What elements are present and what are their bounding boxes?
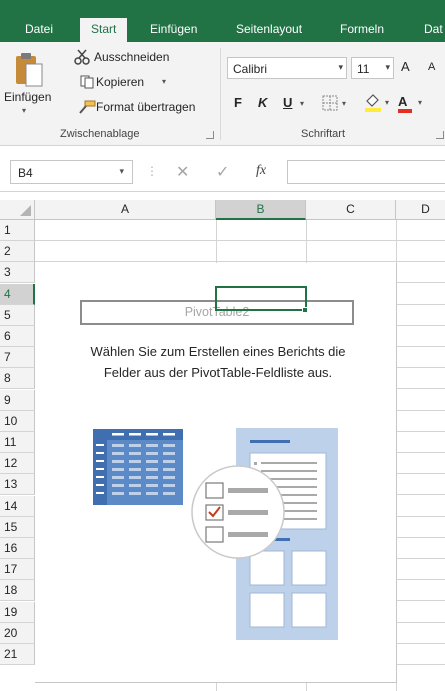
shrink-font-button[interactable]: A xyxy=(428,61,435,73)
ribbon: Einfügen ▾ Ausschneiden Kopieren ▾ Forma… xyxy=(0,42,445,146)
clipboard-launcher-icon[interactable] xyxy=(206,131,214,139)
formula-bar-grip-icon: ⋮ xyxy=(146,164,158,178)
row-header-18[interactable]: 18 xyxy=(0,580,35,602)
formula-buttons: ✕ ✓ fx xyxy=(160,160,280,184)
row-header-20[interactable]: 20 xyxy=(0,622,35,644)
borders-dropdown-icon: ▾ xyxy=(342,99,347,108)
field-checklist-icon xyxy=(191,465,285,559)
name-box[interactable]: B4 ▾ xyxy=(10,160,133,184)
underline-button[interactable]: U xyxy=(283,95,292,110)
pivot-message-line-1: Wählen Sie zum Erstellen eines Berichts … xyxy=(90,344,346,359)
cut-button[interactable]: Ausschneiden xyxy=(74,48,204,68)
row-header-11[interactable]: 11 xyxy=(0,432,35,453)
copy-icon xyxy=(80,75,94,89)
tab-formeln[interactable]: Formeln xyxy=(340,20,384,42)
name-box-value: B4 xyxy=(18,166,33,180)
row-header-14[interactable]: 14 xyxy=(0,495,35,517)
row-header-6[interactable]: 6 xyxy=(0,326,35,347)
font-group-label: Schriftart xyxy=(301,128,346,140)
row-header-19[interactable]: 19 xyxy=(0,601,35,623)
formula-bar: B4 ▾ ⋮ ✕ ✓ fx xyxy=(0,146,445,192)
row-header-1[interactable]: 1 xyxy=(0,220,35,241)
row-gridline xyxy=(35,240,445,241)
fill-color-button[interactable]: ▾ xyxy=(364,92,394,114)
row-header-13[interactable]: 13 xyxy=(0,474,35,496)
tab-einfuegen[interactable]: Einfügen xyxy=(150,20,197,42)
underline-dropdown-icon[interactable]: ▾ xyxy=(300,99,304,108)
tab-datei[interactable]: Datei xyxy=(25,20,53,42)
format-painter-button[interactable]: Format übertragen xyxy=(78,98,218,118)
row-header-8[interactable]: 8 xyxy=(0,368,35,390)
font-launcher-icon[interactable] xyxy=(436,131,444,139)
font-color-label: A xyxy=(398,94,408,109)
format-painter-icon xyxy=(79,100,96,114)
group-separator xyxy=(220,48,221,140)
ribbon-tab-bar: Datei Start Einfügen Seitenlayout Formel… xyxy=(0,0,445,42)
row-header-12[interactable]: 12 xyxy=(0,453,35,475)
font-color-dropdown-icon: ▾ xyxy=(418,98,423,107)
scissors-icon xyxy=(74,49,90,65)
row-header-21[interactable]: 21 xyxy=(0,644,35,665)
row-header-2[interactable]: 2 xyxy=(0,241,35,263)
chevron-down-icon: ▾ xyxy=(119,166,124,176)
borders-icon xyxy=(322,95,338,111)
pivot-field-list-illustration xyxy=(93,428,338,640)
pivot-message-line-2: Felder aus der PivotTable-Feldliste aus. xyxy=(103,365,333,380)
row-header-15[interactable]: 15 xyxy=(0,516,35,538)
font-size-combo[interactable]: 11 ▾ xyxy=(351,57,394,79)
font-color-swatch xyxy=(398,109,412,113)
row-header-3[interactable]: 3 xyxy=(0,262,35,284)
formula-input[interactable] xyxy=(287,160,445,184)
table-icon xyxy=(93,429,183,505)
copy-button[interactable]: Kopieren ▾ xyxy=(80,73,180,93)
select-all-icon xyxy=(20,205,31,216)
row-header-9[interactable]: 9 xyxy=(0,389,35,411)
row-header-7[interactable]: 7 xyxy=(0,347,35,369)
paste-button[interactable]: Einfügen ▾ xyxy=(4,46,52,118)
fill-color-dropdown-icon: ▾ xyxy=(385,98,390,107)
row-header-17[interactable]: 17 xyxy=(0,559,35,581)
copy-dropdown-icon[interactable]: ▾ xyxy=(162,77,166,86)
format-painter-label: Format übertragen xyxy=(96,100,196,114)
clipboard-group-label: Zwischenablage xyxy=(60,128,140,140)
insert-function-button[interactable]: fx xyxy=(256,163,266,179)
font-name-combo[interactable]: Calibri ▾ xyxy=(227,57,347,79)
row-header-4[interactable]: 4 xyxy=(0,283,35,305)
borders-button[interactable]: ▾ xyxy=(322,95,352,113)
copy-label: Kopieren xyxy=(96,75,145,89)
row-header-5[interactable]: 5 xyxy=(0,304,35,326)
cut-label: Ausschneiden xyxy=(94,50,170,64)
tab-start[interactable]: Start xyxy=(80,18,128,42)
tab-seitenlayout[interactable]: Seitenlayout xyxy=(236,20,302,42)
fill-handle[interactable] xyxy=(302,307,308,313)
select-all-button[interactable] xyxy=(0,200,35,220)
tab-daten[interactable]: Dat xyxy=(424,20,443,42)
column-header-d[interactable]: D xyxy=(396,200,445,220)
paint-bucket-icon xyxy=(365,94,381,112)
column-header-a[interactable]: A xyxy=(35,200,216,220)
active-cell-b4[interactable] xyxy=(215,286,307,311)
font-size-value: 11 xyxy=(357,62,370,76)
pivot-table-message: Wählen Sie zum Erstellen eines Berichts … xyxy=(48,341,388,383)
paste-dropdown-icon[interactable]: ▾ xyxy=(22,106,26,115)
column-header-c[interactable]: C xyxy=(306,200,396,220)
paste-icon xyxy=(16,53,43,87)
row-header-16[interactable]: 16 xyxy=(0,538,35,559)
font-name-value: Calibri xyxy=(233,62,268,76)
grow-font-button[interactable]: A xyxy=(401,59,410,74)
cancel-icon[interactable]: ✕ xyxy=(176,162,189,182)
confirm-icon[interactable]: ✓ xyxy=(216,162,229,182)
font-color-button[interactable]: A ▾ xyxy=(398,92,438,114)
row-header-10[interactable]: 10 xyxy=(0,410,35,432)
chevron-down-icon: ▾ xyxy=(338,62,343,72)
italic-button[interactable]: K xyxy=(258,95,267,110)
bold-button[interactable]: F xyxy=(234,95,242,110)
column-header-b[interactable]: B xyxy=(216,200,306,220)
paste-label: Einfügen xyxy=(4,90,52,104)
chevron-down-icon: ▾ xyxy=(385,62,390,72)
